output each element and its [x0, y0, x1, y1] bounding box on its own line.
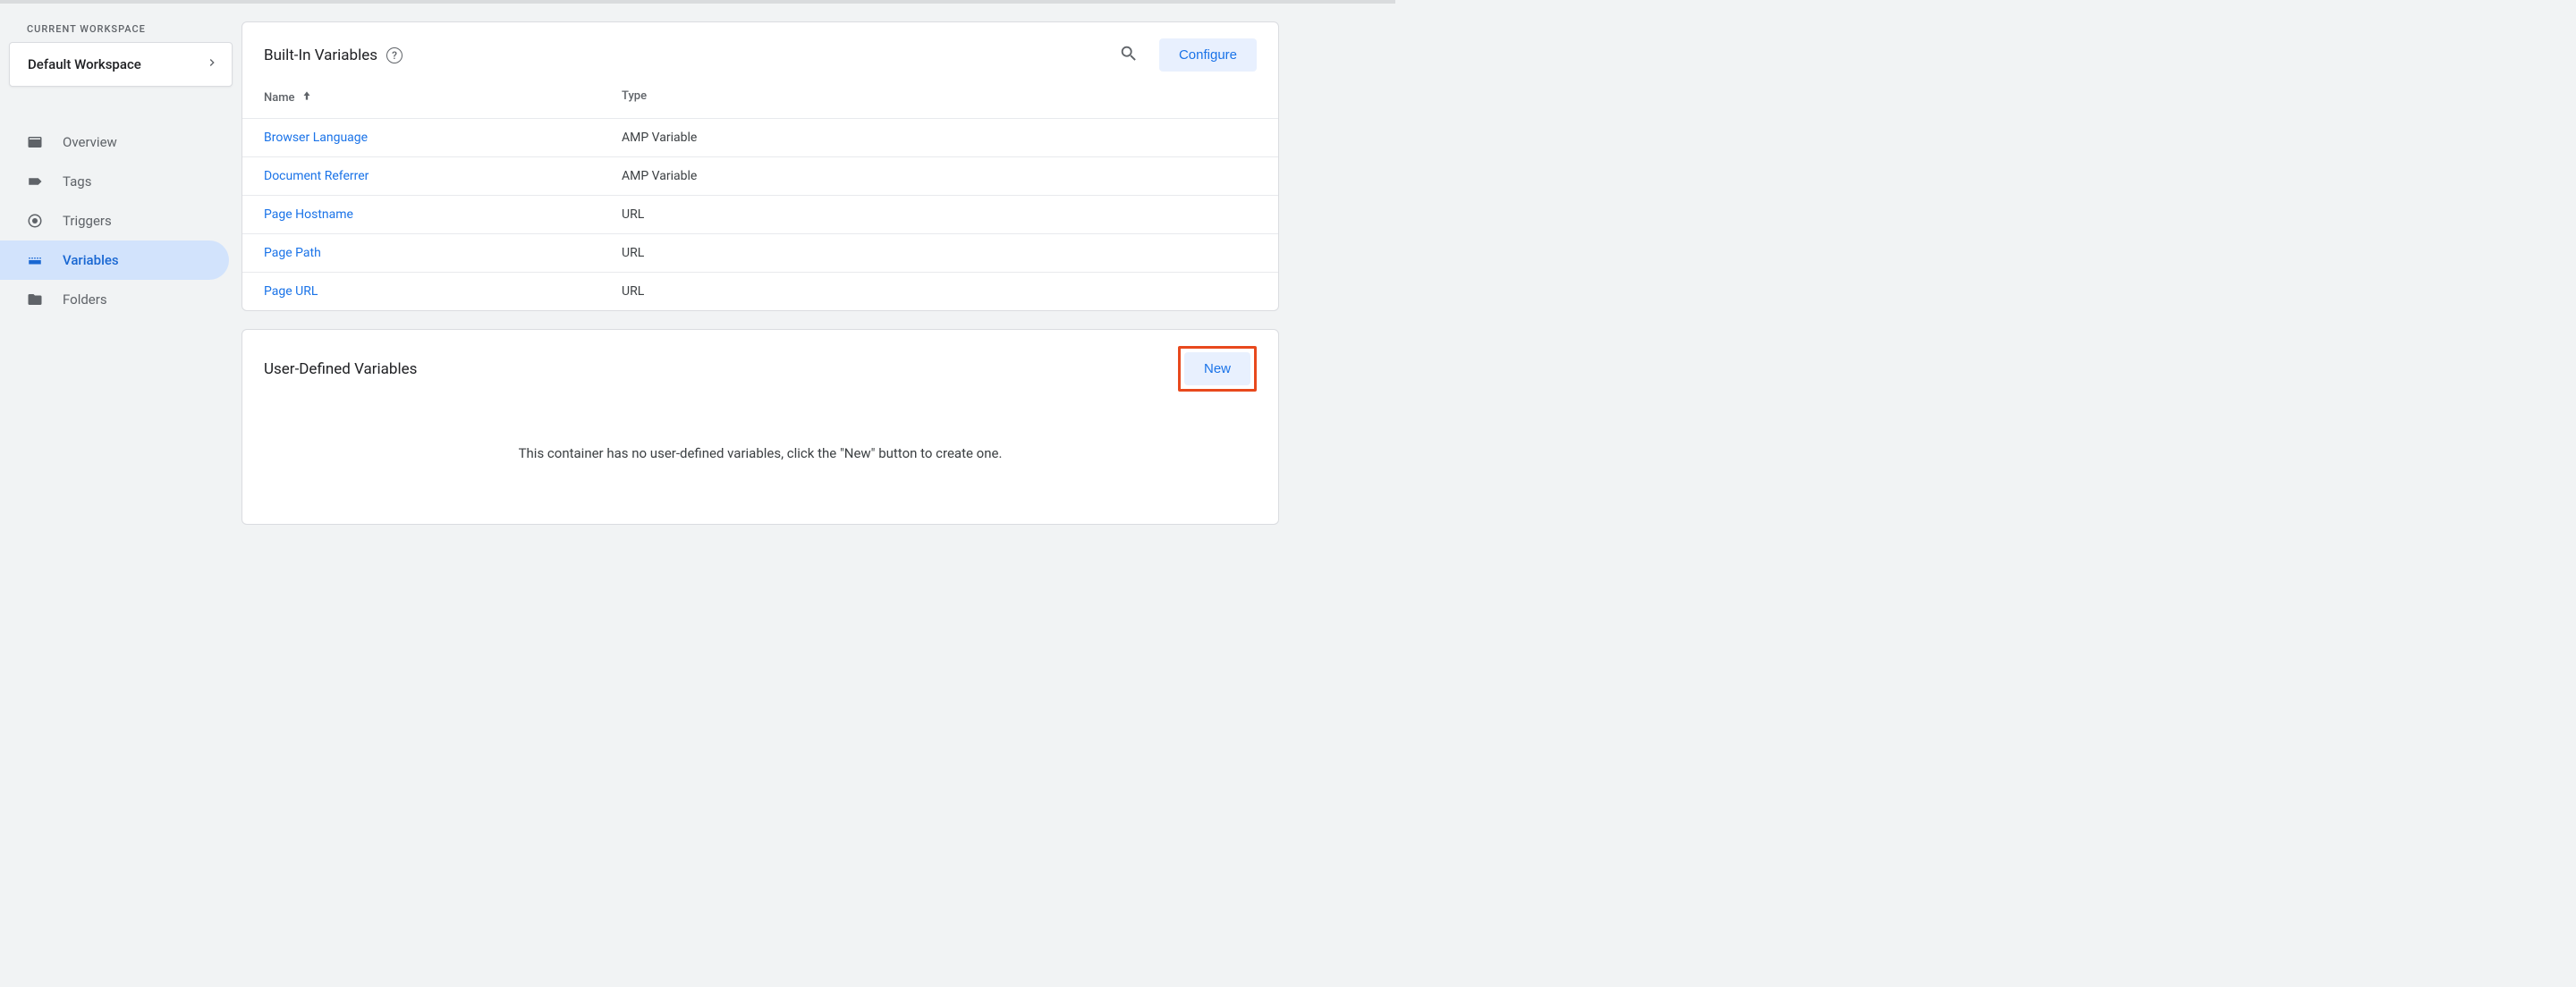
- sidebar-item-triggers[interactable]: Triggers: [0, 201, 229, 240]
- userdef-variables-card: User-Defined Variables New This containe…: [242, 329, 1279, 525]
- workspace-selector[interactable]: Default Workspace: [9, 42, 233, 87]
- userdef-card-title: User-Defined Variables: [264, 360, 417, 378]
- variable-name-link[interactable]: Document Referrer: [264, 169, 369, 183]
- variable-type: URL: [622, 207, 1257, 222]
- sidebar-item-label: Folders: [63, 291, 107, 308]
- table-row[interactable]: Page Hostname URL: [242, 195, 1278, 233]
- variable-name-link[interactable]: Page URL: [264, 284, 318, 299]
- variable-type: AMP Variable: [622, 131, 1257, 145]
- overview-icon: [27, 134, 63, 150]
- builtin-table-header: Name Type: [242, 80, 1278, 118]
- configure-button[interactable]: Configure: [1159, 38, 1257, 72]
- search-icon: [1119, 44, 1139, 66]
- tags-icon: [27, 173, 63, 190]
- sidebar-item-label: Overview: [63, 134, 117, 150]
- triggers-icon: [27, 213, 63, 229]
- variable-type: URL: [622, 246, 1257, 260]
- empty-state-message: This container has no user-defined varia…: [242, 401, 1278, 524]
- search-button[interactable]: [1113, 39, 1145, 72]
- help-icon[interactable]: ?: [386, 47, 402, 63]
- sidebar-item-label: Variables: [63, 252, 119, 268]
- table-row[interactable]: Browser Language AMP Variable: [242, 118, 1278, 156]
- sidebar-item-variables[interactable]: Variables: [0, 240, 229, 280]
- variable-type: URL: [622, 284, 1257, 299]
- table-row[interactable]: Page Path URL: [242, 233, 1278, 272]
- variable-name-link[interactable]: Page Hostname: [264, 207, 353, 222]
- sidebar-item-tags[interactable]: Tags: [0, 162, 229, 201]
- sidebar-nav: Overview Tags Triggers Variables: [0, 122, 242, 319]
- folders-icon: [27, 291, 63, 308]
- builtin-variables-card: Built-In Variables ? Configure Name: [242, 21, 1279, 311]
- sort-asc-icon: [301, 89, 313, 105]
- sidebar-item-label: Tags: [63, 173, 91, 190]
- sidebar-item-folders[interactable]: Folders: [0, 280, 229, 319]
- workspace-section-label: CURRENT WORKSPACE: [0, 23, 242, 42]
- variables-icon: [27, 252, 63, 268]
- variable-type: AMP Variable: [622, 169, 1257, 183]
- variable-name-link[interactable]: Page Path: [264, 246, 321, 260]
- variable-name-link[interactable]: Browser Language: [264, 131, 368, 145]
- column-header-type[interactable]: Type: [622, 89, 1257, 105]
- new-button[interactable]: New: [1184, 352, 1250, 385]
- sidebar-item-label: Triggers: [63, 213, 112, 229]
- builtin-card-title: Built-In Variables ?: [264, 46, 402, 64]
- sidebar-item-overview[interactable]: Overview: [0, 122, 229, 162]
- workspace-name: Default Workspace: [28, 56, 141, 72]
- table-row[interactable]: Document Referrer AMP Variable: [242, 156, 1278, 195]
- chevron-right-icon: [205, 55, 219, 73]
- column-header-name[interactable]: Name: [264, 89, 622, 105]
- table-row[interactable]: Page URL URL: [242, 272, 1278, 310]
- annotation-highlight: New: [1178, 346, 1257, 392]
